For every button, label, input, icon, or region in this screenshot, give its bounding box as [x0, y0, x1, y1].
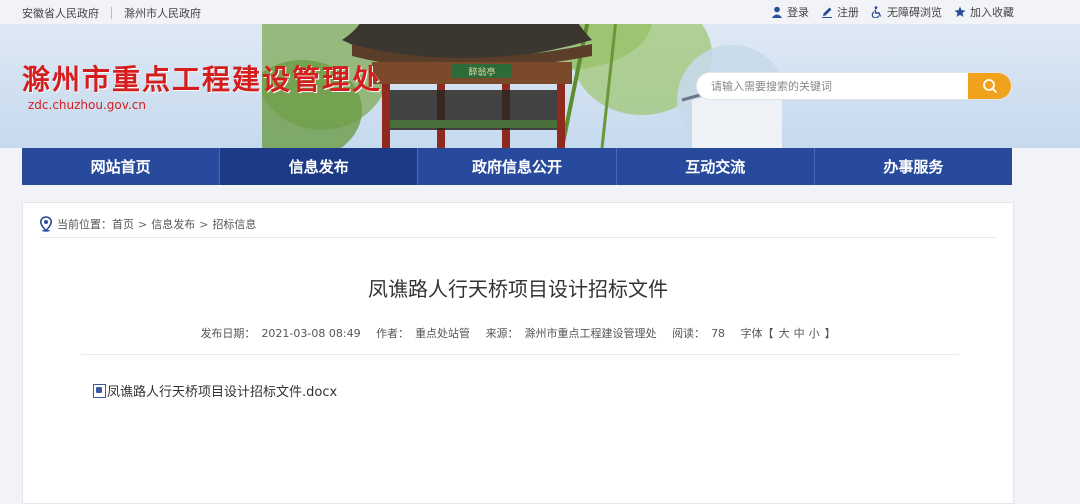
register-link[interactable]: 注册: [821, 4, 859, 20]
top-bar-left: 安徽省人民政府 滁州市人民政府: [22, 5, 201, 21]
accessibility-icon: [871, 6, 882, 18]
accessibility-link[interactable]: 无障碍浏览: [871, 4, 942, 20]
source: 滁州市重点工程建设管理处: [524, 327, 657, 340]
font-label: 字体【: [740, 327, 774, 340]
search-input[interactable]: [697, 73, 968, 99]
attachment-link[interactable]: 凤谯路人行天桥项目设计招标文件.docx: [93, 381, 337, 400]
search-box: [697, 73, 1011, 99]
divider: [111, 7, 112, 19]
site-url: zdc.chuzhou.gov.cn: [28, 98, 146, 112]
favorite-label: 加入收藏: [970, 6, 1014, 19]
search-icon: [982, 79, 997, 94]
login-link[interactable]: 登录: [771, 4, 809, 20]
meta-divider: [81, 354, 959, 355]
reads-label: 阅读：: [672, 327, 706, 340]
author-label: 作者：: [376, 327, 410, 340]
nav-item-interaction[interactable]: 互动交流: [617, 148, 815, 185]
breadcrumb-separator: >: [138, 217, 148, 231]
breadcrumb-home[interactable]: 首页: [112, 216, 134, 232]
document-icon: [93, 383, 106, 398]
search-button[interactable]: [968, 73, 1011, 99]
attachment-filename: 凤谯路人行天桥项目设计招标文件.docx: [107, 385, 338, 400]
font-medium[interactable]: 中: [794, 327, 805, 340]
font-large[interactable]: 大: [779, 327, 790, 340]
site-title: 滁州市重点工程建设管理处: [22, 63, 383, 96]
register-label: 注册: [837, 6, 859, 19]
nav-item-gov-info[interactable]: 政府信息公开: [418, 148, 617, 185]
font-size-switcher: 字体【大中小】: [738, 327, 839, 340]
author: 重点处站管: [415, 327, 471, 340]
read-count: 78: [711, 327, 726, 340]
main-nav: 网站首页 信息发布 政府信息公开 互动交流 办事服务: [22, 148, 1012, 185]
top-bar: 安徽省人民政府 滁州市人民政府 登录 注册 无障碍浏览 加入收藏: [0, 0, 1080, 24]
nav-item-services[interactable]: 办事服务: [815, 148, 1012, 185]
user-icon: [771, 6, 783, 18]
content-panel: 当前位置： 首页 > 信息发布 > 招标信息 凤谯路人行天桥项目设计招标文件 发…: [22, 202, 1014, 504]
breadcrumb: 当前位置： 首页 > 信息发布 > 招标信息: [39, 211, 997, 238]
pavilion-sign: 醉翁亭: [468, 66, 495, 78]
breadcrumb-prefix: 当前位置：: [57, 218, 112, 231]
breadcrumb-separator: >: [199, 217, 209, 231]
nav-item-home[interactable]: 网站首页: [22, 148, 221, 185]
location-pin-icon: [39, 216, 53, 232]
top-bar-right: 登录 注册 无障碍浏览 加入收藏: [771, 4, 1014, 20]
article-meta: 发布日期： 2021-03-08 08:49 作者： 重点处站管 来源： 滁州市重点工…: [23, 325, 1013, 341]
nav-item-info-release[interactable]: 信息发布: [220, 148, 419, 185]
source-label: 来源：: [485, 327, 519, 340]
pencil-icon: [822, 7, 832, 18]
link-anhui-gov[interactable]: 安徽省人民政府: [22, 5, 99, 21]
login-label: 登录: [787, 6, 809, 19]
date-label: 发布日期：: [200, 327, 256, 340]
font-end: 】: [824, 327, 836, 340]
breadcrumb-bidding[interactable]: 招标信息: [212, 216, 256, 232]
breadcrumb-info-release[interactable]: 信息发布: [151, 216, 195, 232]
favorite-link[interactable]: 加入收藏: [954, 4, 1014, 20]
header-banner: 醉翁亭 滁州市重点工程建设管理处 zdc.chuzhou.gov.cn: [0, 24, 1080, 148]
font-small[interactable]: 小: [809, 327, 820, 340]
article-title: 凤谯路人行天桥项目设计招标文件: [368, 277, 668, 301]
accessibility-label: 无障碍浏览: [887, 6, 942, 19]
star-icon: [954, 6, 966, 17]
link-chuzhou-gov[interactable]: 滁州市人民政府: [124, 5, 201, 21]
publish-date: 2021-03-08 08:49: [261, 327, 361, 340]
